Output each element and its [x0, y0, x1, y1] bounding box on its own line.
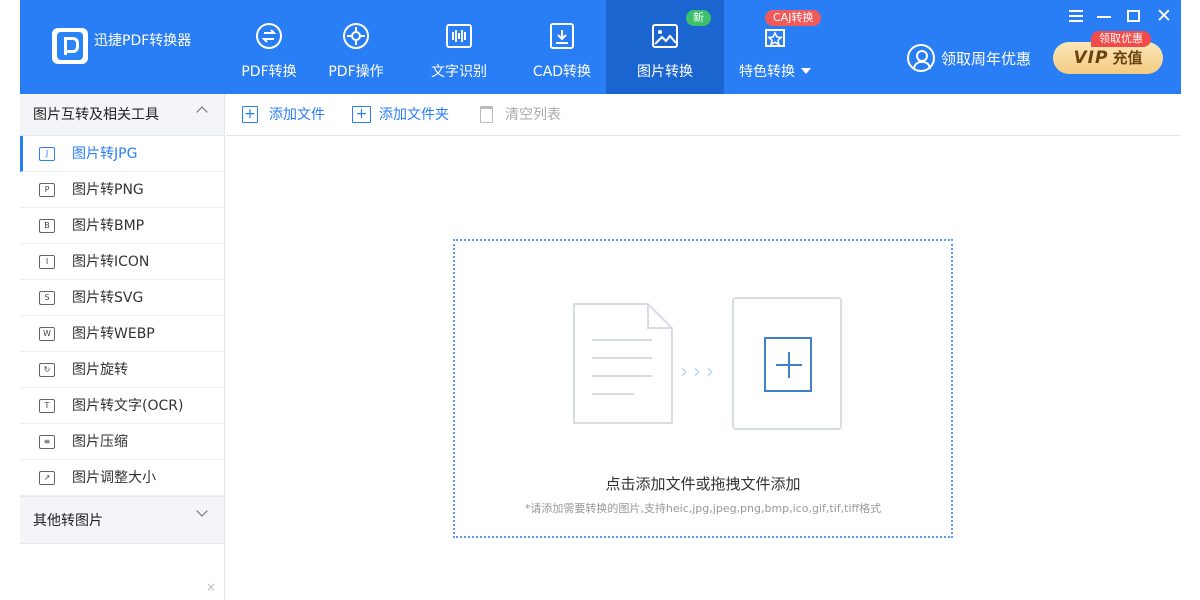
add-file-icon: [242, 104, 258, 124]
sidebar-item-label: 图片调整大小: [72, 470, 156, 486]
sidebar-item-label: 图片转文字(OCR): [72, 398, 184, 414]
svg-file-icon: S: [39, 291, 55, 305]
star-icon: [765, 29, 785, 47]
chevron-up-icon: [196, 106, 208, 118]
group-title: 其他转图片: [33, 513, 103, 529]
compress-icon: ≡: [39, 435, 55, 449]
user-icon: [907, 44, 935, 72]
sidebar-item-label: 图片转JPG: [72, 146, 138, 162]
convert-icon: [256, 23, 282, 49]
gear-icon: [343, 23, 369, 49]
file-drop-zone[interactable]: ››› 点击添加文件或拖拽文件添加 *请添加需要转换的图片,支持heic,jpg…: [453, 239, 953, 538]
bmp-file-icon: B: [39, 219, 55, 233]
group-title: 图片互转及相关工具: [33, 107, 159, 123]
drop-zone-hint: *请添加需要转换的图片,支持heic,jpg,jpeg,png,bmp,ico,…: [524, 502, 882, 515]
webp-file-icon: W: [39, 327, 55, 341]
add-file-box[interactable]: [732, 297, 842, 430]
icon-file-icon: I: [39, 255, 55, 269]
sidebar-item-image-to-svg[interactable]: S 图片转SVG: [20, 280, 224, 316]
add-file-label: 添加文件: [269, 107, 325, 123]
title-bar: 迅捷PDF转换器 PDF转换 PDF操作 文字识别 CAD转换 图片转换 新 特…: [20, 0, 1181, 94]
arrows-icon: ›››: [680, 359, 719, 383]
sidebar-item-label: 图片旋转: [72, 362, 128, 378]
sidebar-item-image-rotate[interactable]: ↻ 图片旋转: [20, 352, 224, 388]
nav-tab-ocr[interactable]: 文字识别: [400, 0, 518, 94]
app-title: 迅捷PDF转换器: [94, 33, 192, 49]
sidebar-item-image-ocr[interactable]: T 图片转文字(OCR): [20, 388, 224, 424]
nav-label: PDF操作: [328, 64, 384, 80]
add-file-button[interactable]: 添加文件: [242, 94, 325, 136]
jpg-file-icon: J: [39, 147, 55, 161]
sidebar-item-label: 图片转SVG: [72, 290, 144, 306]
sidebar-item-image-to-jpg[interactable]: J 图片转JPG: [20, 136, 224, 172]
nav-label: 图片转换: [637, 64, 693, 80]
vip-label: VIP: [1073, 48, 1109, 68]
nav-label: 特色转换: [716, 61, 834, 81]
rotate-icon: ↻: [39, 363, 55, 377]
sidebar-item-label: 图片转WEBP: [72, 326, 155, 342]
resize-icon: ↗: [39, 471, 55, 485]
sidebar-group-image-tools[interactable]: 图片互转及相关工具: [20, 94, 224, 136]
anniversary-promo-button[interactable]: 领取周年优惠: [907, 44, 1031, 72]
add-folder-button[interactable]: 添加文件夹: [352, 94, 449, 136]
vip-sub-label: 充值: [1112, 49, 1143, 67]
plus-icon: [764, 337, 812, 392]
png-file-icon: P: [39, 183, 55, 197]
document-icon: [573, 303, 673, 424]
sidebar-item-label: 图片压缩: [72, 434, 128, 450]
clear-list-button[interactable]: 清空列表: [478, 94, 561, 136]
image-icon: [652, 24, 678, 48]
sidebar-item-label: 图片转PNG: [72, 182, 144, 198]
caj-badge: CAJ转换: [765, 10, 822, 26]
nav-label: CAD转换: [532, 64, 592, 80]
maximize-icon[interactable]: [1126, 8, 1142, 24]
sidebar-item-image-to-png[interactable]: P 图片转PNG: [20, 172, 224, 208]
nav-tab-pdf-operate[interactable]: PDF操作: [297, 0, 415, 94]
add-folder-icon: [352, 104, 371, 124]
vip-discount-badge: 领取优惠: [1091, 31, 1151, 47]
new-badge: 新: [686, 10, 711, 26]
nav-tab-image[interactable]: 图片转换 新: [606, 0, 724, 94]
sidebar-item-image-resize[interactable]: ↗ 图片调整大小: [20, 460, 224, 496]
clear-list-label: 清空列表: [505, 107, 561, 123]
drop-zone-title: 点击添加文件或拖拽文件添加: [605, 475, 801, 493]
sidebar-item-label: 图片转ICON: [72, 254, 150, 270]
sidebar-item-image-to-icon[interactable]: I 图片转ICON: [20, 244, 224, 280]
ocr-icon: [446, 24, 472, 48]
nav-tab-special[interactable]: 特色转换 CAJ转换: [716, 0, 834, 94]
minimize-icon[interactable]: [1096, 8, 1112, 24]
close-icon[interactable]: ×: [206, 580, 216, 594]
chevron-down-icon: [196, 505, 208, 517]
sidebar: 图片互转及相关工具 J 图片转JPG P 图片转PNG B 图片转BMP I 图…: [20, 94, 225, 600]
text-icon: T: [39, 399, 55, 413]
trash-icon: [480, 106, 493, 123]
file-toolbar: 添加文件 添加文件夹 清空列表: [226, 94, 1181, 136]
sidebar-item-image-compress[interactable]: ≡ 图片压缩: [20, 424, 224, 460]
sidebar-group-other-to-image[interactable]: 其他转图片: [20, 496, 224, 544]
close-icon[interactable]: ✕: [1156, 7, 1172, 26]
menu-icon[interactable]: [1068, 8, 1084, 24]
cad-icon: [550, 23, 574, 49]
sidebar-item-image-to-bmp[interactable]: B 图片转BMP: [20, 208, 224, 244]
nav-tab-cad[interactable]: CAD转换: [503, 0, 621, 94]
sidebar-item-image-to-webp[interactable]: W 图片转WEBP: [20, 316, 224, 352]
promo-label: 领取周年优惠: [941, 49, 1032, 68]
nav-label: 文字识别: [431, 64, 487, 80]
add-folder-label: 添加文件夹: [379, 107, 449, 123]
sidebar-item-label: 图片转BMP: [72, 218, 145, 234]
app-logo: [52, 28, 88, 64]
chevron-down-icon: [801, 68, 811, 74]
